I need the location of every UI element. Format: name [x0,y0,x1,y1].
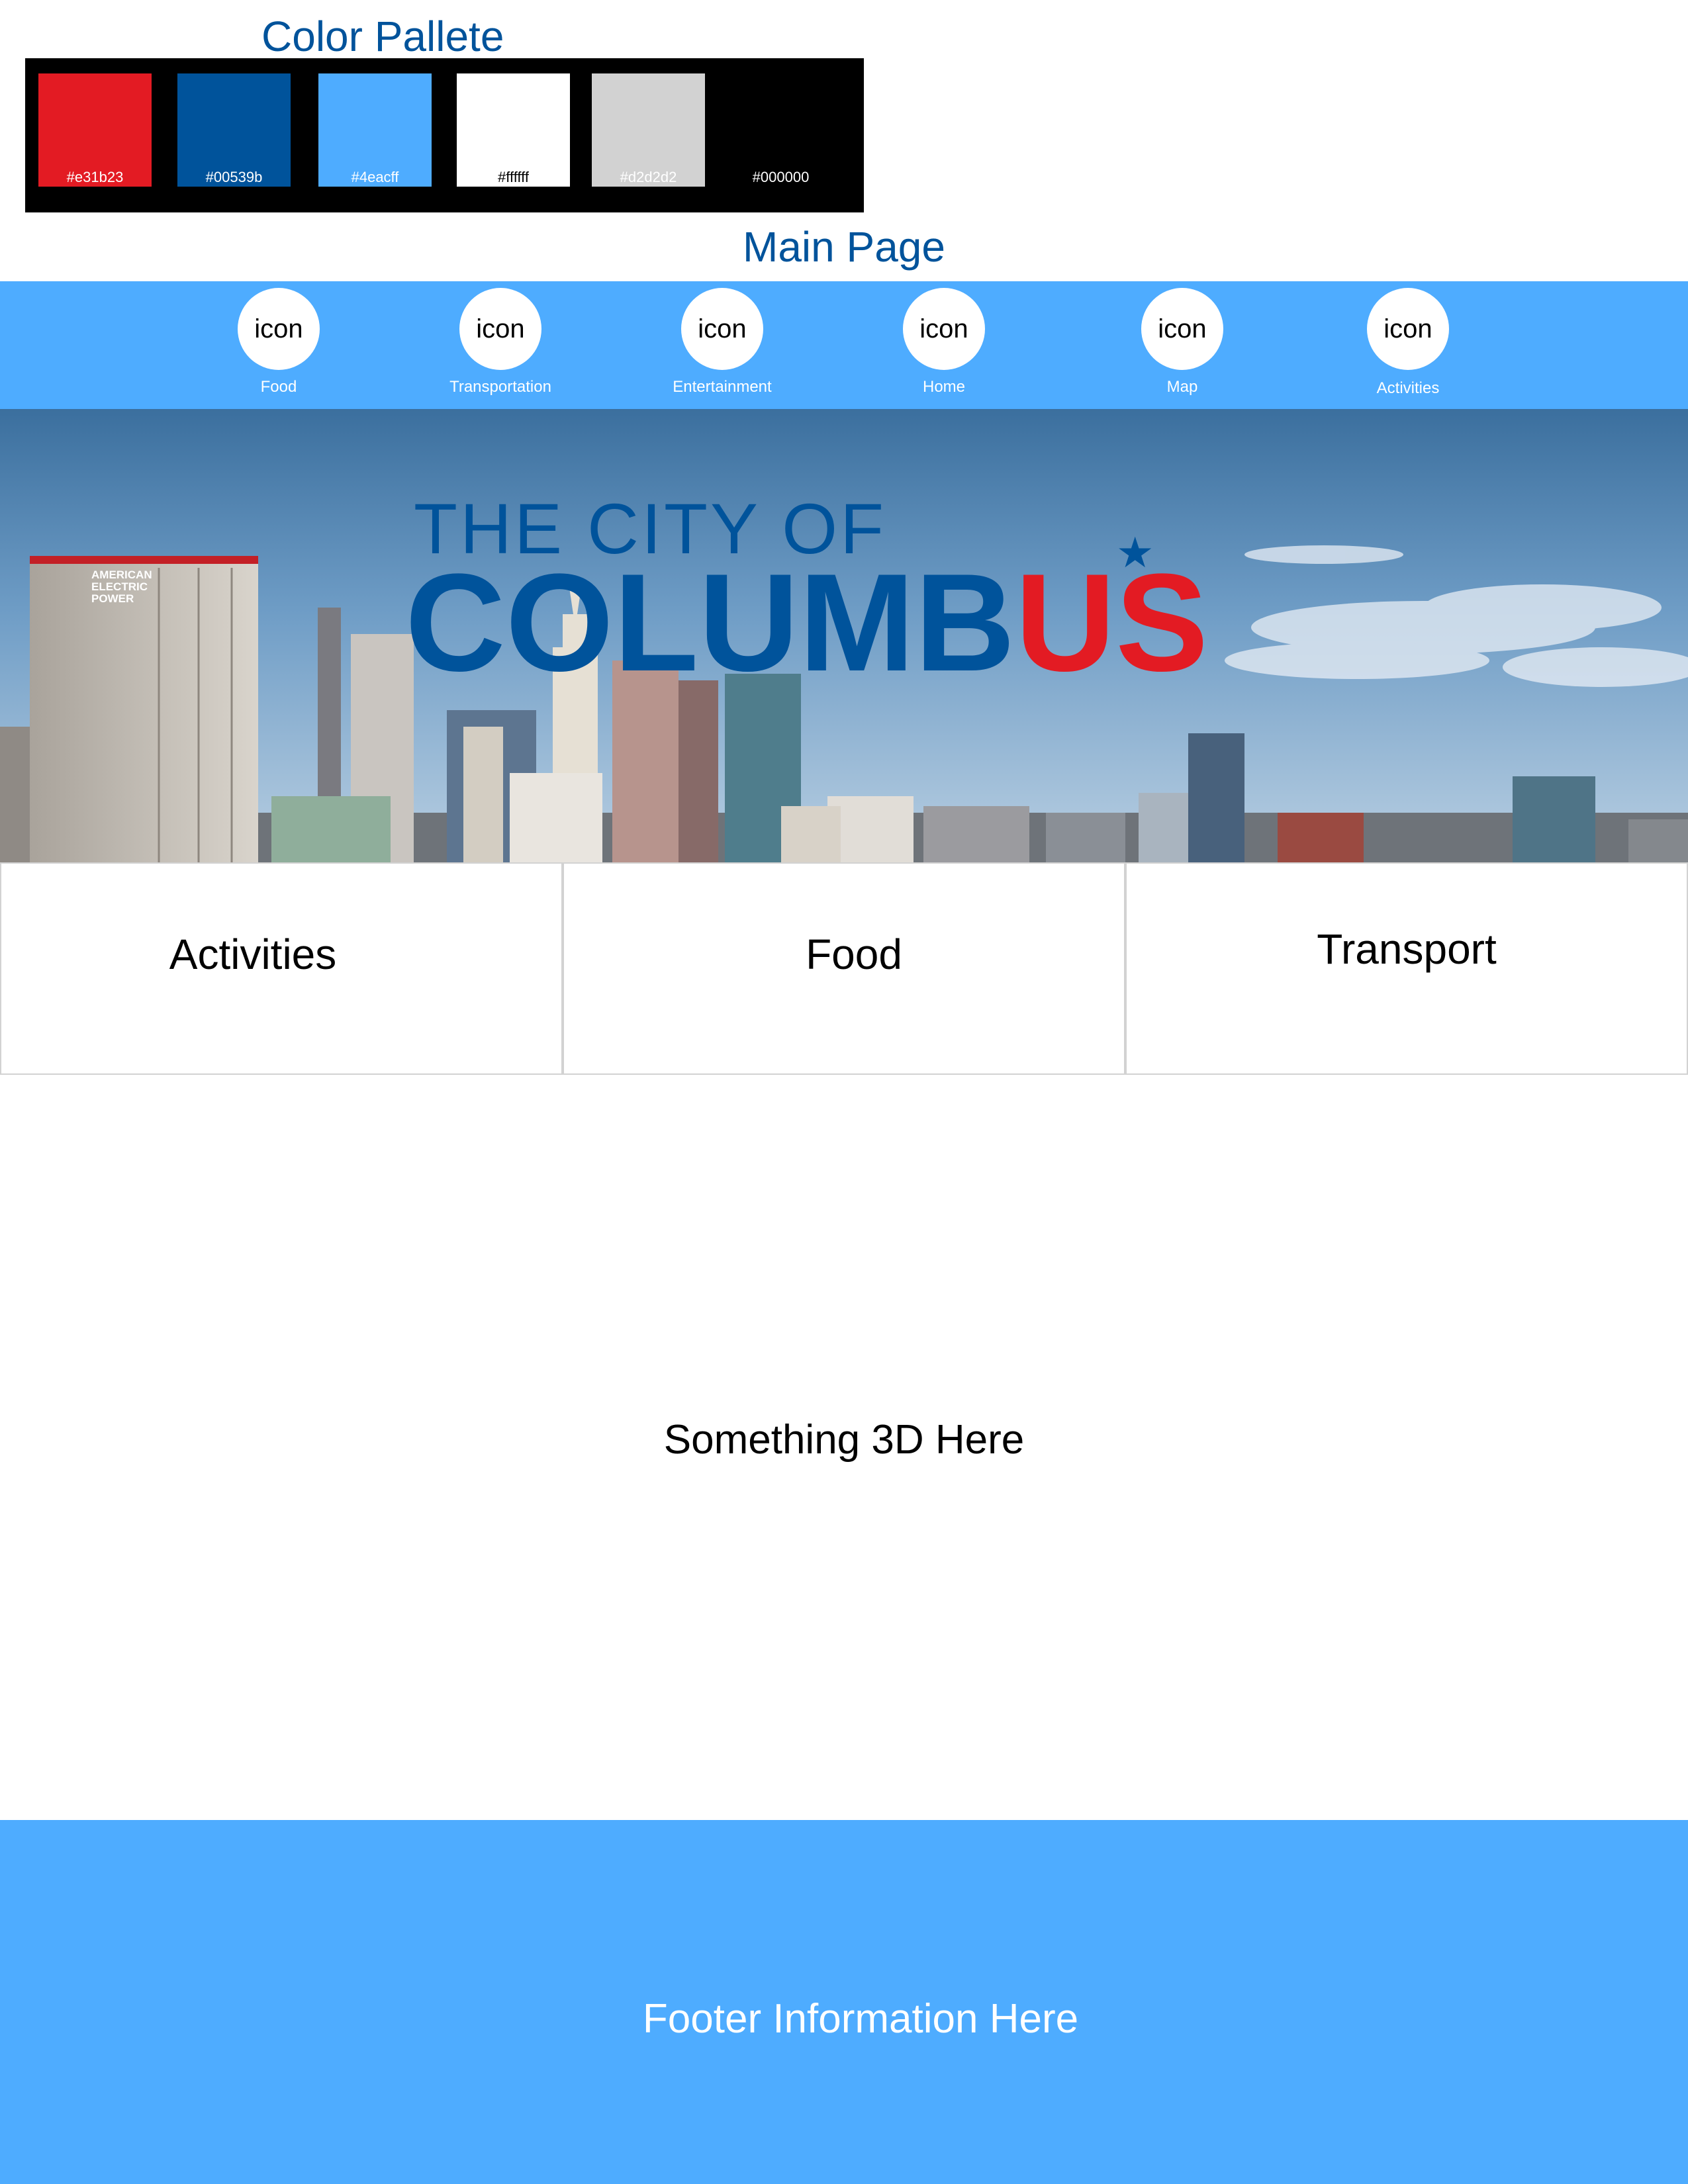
nav-label: Food [260,378,297,396]
swatch-label: #d2d2d2 [620,169,677,185]
nav-item-food[interactable]: icon Food [199,288,358,396]
hero-logo-red: US [1015,545,1209,700]
map-icon[interactable]: icon [1141,288,1223,370]
star-icon: ★ [1116,529,1154,576]
nav-bar: icon Food icon Transportation icon Enter… [0,281,1688,409]
card-label: Food [806,931,902,978]
nav-label: Entertainment [673,378,772,396]
home-icon[interactable]: icon [903,288,985,370]
swatch-label: #e31b23 [66,169,124,185]
swatch-white: #ffffff [457,73,570,187]
building-sign: AMERICAN ELECTRIC POWER [91,569,152,605]
food-icon[interactable]: icon [238,288,320,370]
nav-item-map[interactable]: icon Map [1103,288,1262,396]
swatch-gray: #d2d2d2 [592,73,705,187]
swatch-red: #e31b23 [38,73,152,187]
swatch-label: #4eacff [351,169,399,185]
3d-placeholder: Something 3D Here [663,1417,1025,1463]
activities-icon[interactable]: icon [1367,288,1449,370]
category-cards: Activities Food Transport [0,862,1688,1075]
nav-label: Home [922,378,966,396]
nav-label: Map [1166,378,1198,396]
color-palette: #e31b23 #00539b #4eacff #ffffff #d2d2d2 … [25,58,864,212]
card-activities[interactable]: Activities [0,862,563,1075]
swatch-dark-blue: #00539b [177,73,291,187]
nav-item-home[interactable]: icon Home [865,288,1023,396]
entertainment-icon[interactable]: icon [681,288,763,370]
card-label: Transport [1317,925,1497,973]
nav-item-transportation[interactable]: icon Transportation [421,288,580,396]
swatch-label: #ffffff [498,169,529,185]
page-title: Main Page [743,223,945,271]
transportation-icon[interactable]: icon [459,288,541,370]
nav-label: Transportation [449,378,551,396]
palette-title: Color Pallete [261,13,504,60]
nav-item-activities[interactable]: icon Activities [1329,288,1487,398]
swatch-label: #000000 [752,169,810,185]
card-transport[interactable]: Transport [1125,862,1688,1075]
hero-logo-word: COLUMBUS [405,553,1208,692]
card-label: Activities [169,931,337,978]
swatch-light-blue: #4eacff [318,73,432,187]
nav-item-entertainment[interactable]: icon Entertainment [643,288,802,396]
card-food[interactable]: Food [563,862,1125,1075]
hero-banner: THE CITY OF COLUMBUS ★ AMERICAN ELECTRIC… [0,409,1688,862]
hero-logo-blue: COLUMB [405,545,1015,700]
footer-text: Footer Information Here [642,1996,1079,2042]
footer: Footer Information Here [0,1820,1688,2184]
swatch-label: #00539b [205,169,263,185]
nav-label: Activities [1376,379,1440,397]
swatch-black: #000000 [724,73,837,187]
